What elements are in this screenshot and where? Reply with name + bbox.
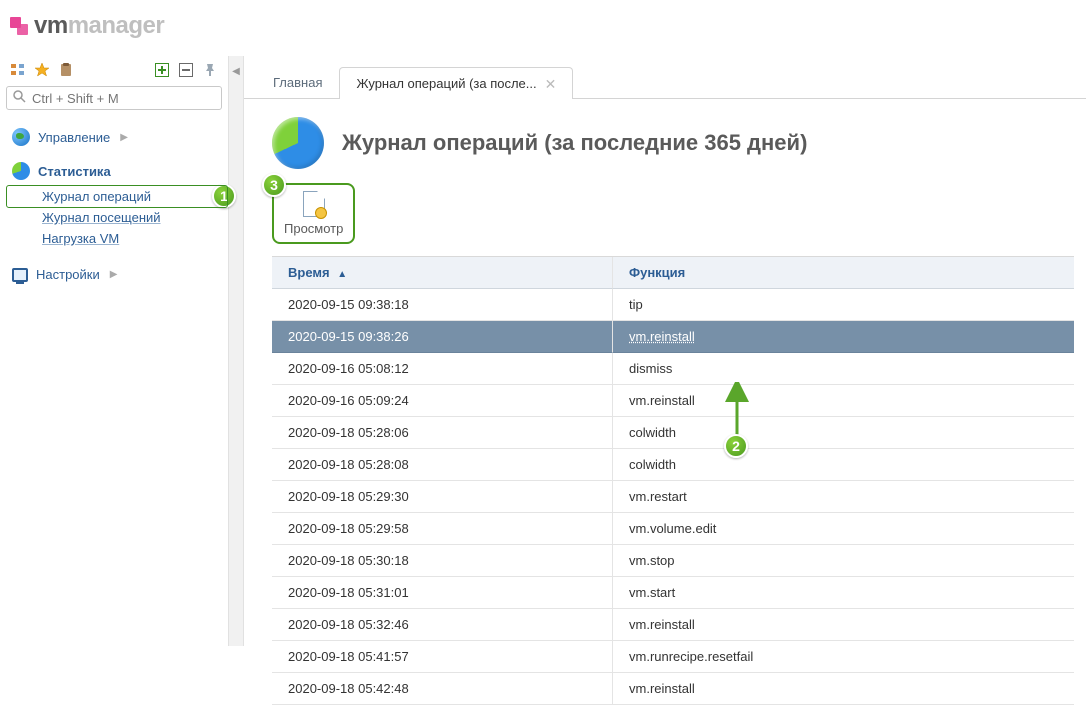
nav-settings-label: Настройки — [36, 267, 100, 282]
main-area: Главная Журнал операций (за после... ✕ Ж… — [244, 56, 1086, 646]
tree-icon[interactable] — [10, 62, 26, 78]
nav-load-vm[interactable]: Нагрузка VM — [40, 228, 222, 249]
cell-fn: vm.start — [612, 577, 1074, 609]
tab-main[interactable]: Главная — [256, 66, 339, 98]
logo-mark-icon — [10, 17, 28, 35]
globe-icon — [12, 128, 30, 146]
document-edit-icon — [303, 191, 325, 217]
cell-fn: colwidth — [612, 449, 1074, 481]
col-time-label: Время — [288, 265, 330, 280]
table-row[interactable]: 2020-09-16 05:08:12dismiss — [272, 353, 1074, 385]
nav-stats-label: Статистика — [38, 164, 111, 179]
col-fn-header[interactable]: Функция — [612, 257, 1074, 289]
monitor-icon — [12, 268, 28, 282]
cell-fn: colwidth — [612, 417, 1074, 449]
cell-fn: vm.stop — [612, 545, 1074, 577]
step-badge-2: 2 — [724, 434, 748, 458]
page-header: Журнал операций (за последние 365 дней) — [272, 117, 1074, 169]
cell-fn: vm.reinstall — [612, 673, 1074, 705]
col-time-header[interactable]: Время ▲ — [272, 257, 612, 289]
operations-table: Время ▲ Функция 2020-09-15 09:38:18tip20… — [272, 256, 1074, 705]
cell-time: 2020-09-18 05:32:46 — [272, 609, 612, 641]
view-button[interactable]: 3 Просмотр — [272, 183, 355, 244]
sidebar-toolbar — [6, 60, 222, 86]
page-title: Журнал операций (за последние 365 дней) — [342, 130, 807, 156]
sidebar: Управление ▶ Статистика Журнал операций … — [0, 56, 228, 646]
table-row[interactable]: 2020-09-16 05:09:24vm.reinstall — [272, 385, 1074, 417]
nav-journal-ops-label: Журнал операций — [42, 189, 151, 204]
step-badge-3: 3 — [262, 173, 286, 197]
nav-journal-visits-label: Журнал посещений — [42, 210, 161, 225]
table-row[interactable]: 2020-09-15 09:38:26vm.reinstall — [272, 321, 1074, 353]
cell-time: 2020-09-18 05:29:30 — [272, 481, 612, 513]
chevron-right-icon: ▶ — [120, 132, 128, 143]
tab-main-label: Главная — [273, 75, 322, 90]
cell-fn: vm.reinstall — [612, 385, 1074, 417]
cell-time: 2020-09-18 05:31:01 — [272, 577, 612, 609]
cell-time: 2020-09-18 05:29:58 — [272, 513, 612, 545]
table-row[interactable]: 2020-09-15 09:38:18tip — [272, 289, 1074, 321]
cell-time: 2020-09-15 09:38:18 — [272, 289, 612, 321]
cell-fn: vm.volume.edit — [612, 513, 1074, 545]
search-icon — [13, 90, 26, 106]
cell-time: 2020-09-18 05:28:08 — [272, 449, 612, 481]
nav-management[interactable]: Управление ▶ — [6, 124, 222, 150]
table-row[interactable]: 2020-09-18 05:28:08colwidth — [272, 449, 1074, 481]
search-input[interactable] — [32, 91, 215, 106]
pin-icon[interactable] — [202, 62, 218, 78]
nav-journal-ops[interactable]: Журнал операций 1 — [40, 186, 222, 207]
tab-close-icon[interactable]: ✕ — [545, 77, 557, 91]
tab-bar: Главная Журнал операций (за после... ✕ — [244, 56, 1086, 99]
cell-fn: vm.restart — [612, 481, 1074, 513]
cell-fn: vm.reinstall — [612, 609, 1074, 641]
app-logo: vmmanager — [0, 0, 1086, 56]
cell-time: 2020-09-18 05:42:48 — [272, 673, 612, 705]
table-row[interactable]: 2020-09-18 05:30:18vm.stop — [272, 545, 1074, 577]
table-row[interactable]: 2020-09-18 05:29:30vm.restart — [272, 481, 1074, 513]
logo-text: vmmanager — [34, 12, 164, 40]
cell-time: 2020-09-18 05:28:06 — [272, 417, 612, 449]
collapse-arrow-icon: ◀ — [232, 66, 240, 77]
nav-stats[interactable]: Статистика — [6, 158, 222, 184]
table-row[interactable]: 2020-09-18 05:42:48vm.reinstall — [272, 673, 1074, 705]
step-badge-1: 1 — [212, 184, 236, 208]
sort-asc-icon: ▲ — [337, 269, 347, 280]
cell-fn: vm.reinstall — [612, 321, 1074, 353]
sidebar-collapse-handle[interactable]: ◀ — [228, 56, 244, 646]
table-row[interactable]: 2020-09-18 05:31:01vm.start — [272, 577, 1074, 609]
col-fn-label: Функция — [629, 265, 685, 280]
cell-time: 2020-09-16 05:09:24 — [272, 385, 612, 417]
nav-load-vm-label: Нагрузка VM — [42, 231, 119, 246]
tab-journal-label: Журнал операций (за после... — [356, 76, 536, 91]
table-row[interactable]: 2020-09-18 05:29:58vm.volume.edit — [272, 513, 1074, 545]
view-button-label: Просмотр — [284, 221, 343, 236]
clipboard-icon[interactable] — [58, 62, 74, 78]
chevron-right-icon: ▶ — [110, 269, 118, 280]
cell-time: 2020-09-18 05:30:18 — [272, 545, 612, 577]
cell-fn: tip — [612, 289, 1074, 321]
table-header: Время ▲ Функция — [272, 257, 1074, 289]
page-pie-icon — [272, 117, 324, 169]
tab-journal[interactable]: Журнал операций (за после... ✕ — [339, 67, 573, 99]
pie-icon — [12, 162, 30, 180]
cell-fn: dismiss — [612, 353, 1074, 385]
cell-time: 2020-09-16 05:08:12 — [272, 353, 612, 385]
page-toolbar: 3 Просмотр — [272, 179, 1074, 252]
table-row[interactable]: 2020-09-18 05:28:06colwidth — [272, 417, 1074, 449]
nav-settings[interactable]: Настройки ▶ — [6, 263, 222, 286]
sidebar-nav: Управление ▶ Статистика Журнал операций … — [6, 124, 222, 286]
nav-management-label: Управление — [38, 130, 110, 145]
table-row[interactable]: 2020-09-18 05:32:46vm.reinstall — [272, 609, 1074, 641]
collapse-all-icon[interactable] — [178, 62, 194, 78]
sidebar-search[interactable] — [6, 86, 222, 110]
star-icon[interactable] — [34, 62, 50, 78]
nav-journal-visits[interactable]: Журнал посещений — [40, 207, 222, 228]
expand-all-icon[interactable] — [154, 62, 170, 78]
cell-time: 2020-09-15 09:38:26 — [272, 321, 612, 353]
